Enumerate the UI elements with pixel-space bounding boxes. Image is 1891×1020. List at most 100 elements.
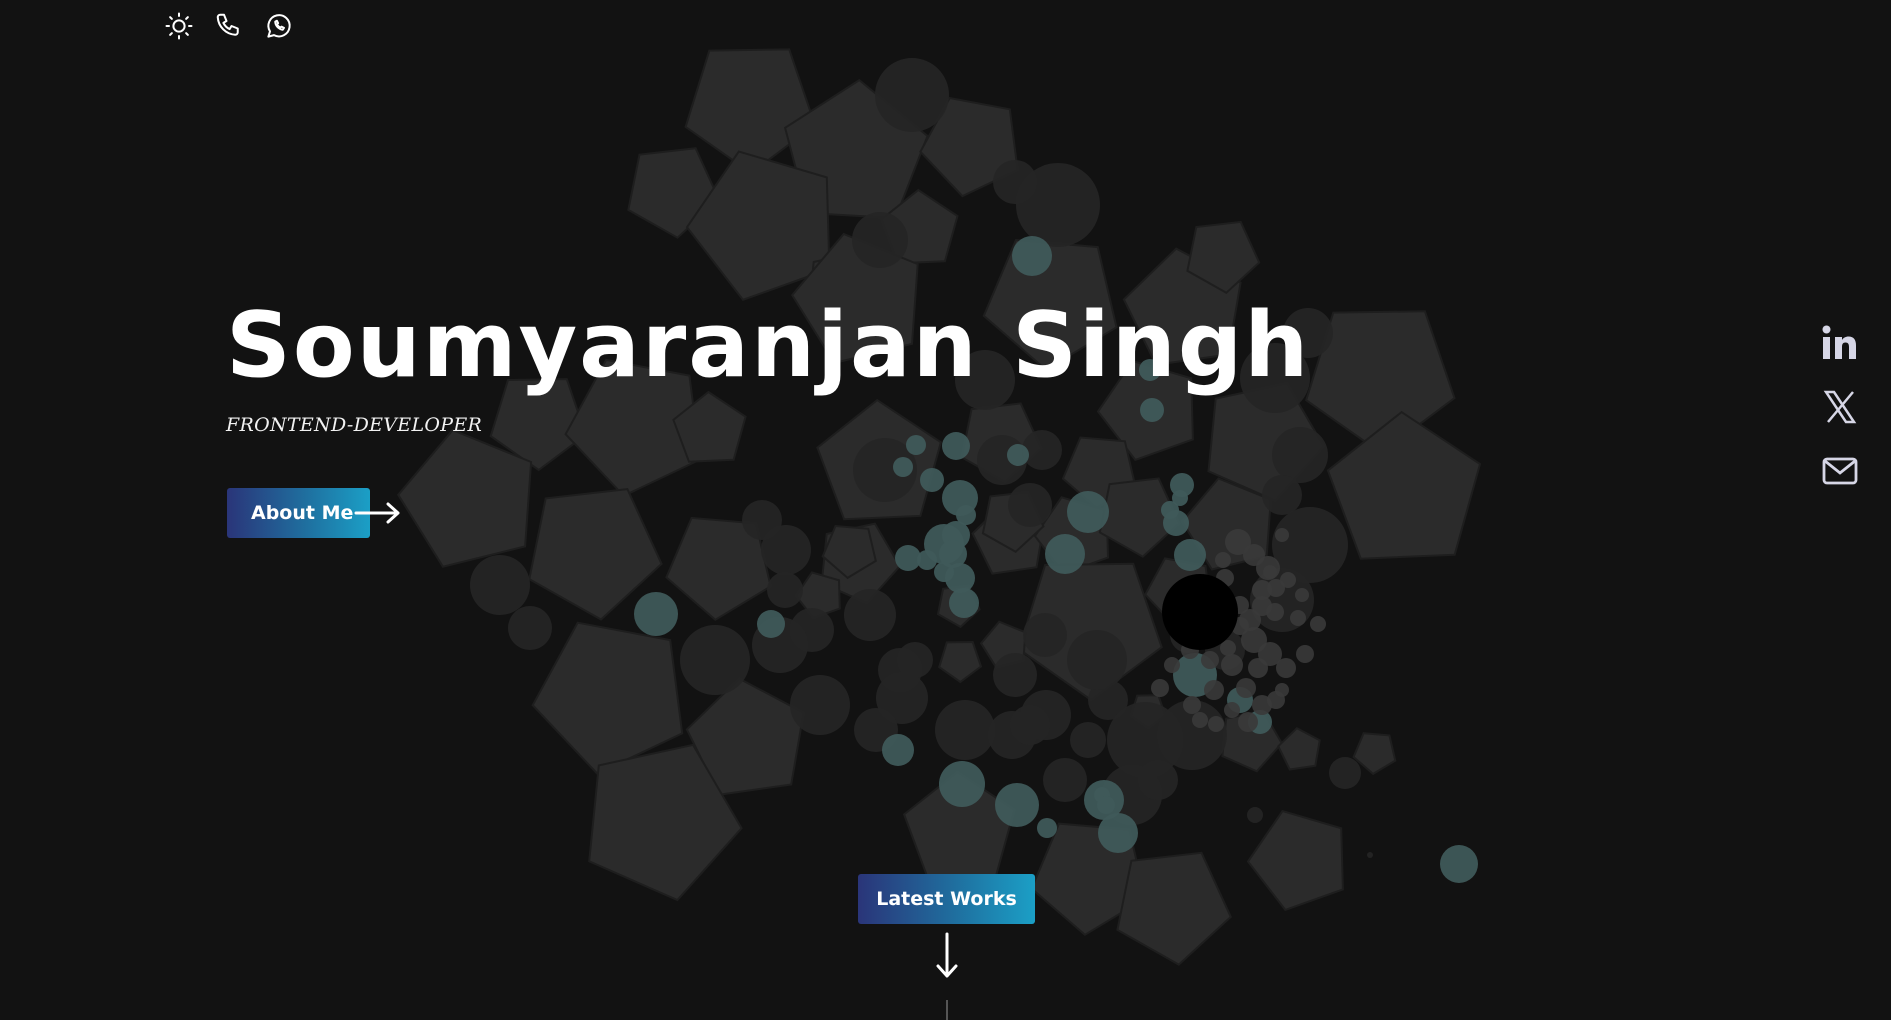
bg-bubble [1067, 630, 1127, 690]
bg-bubble [876, 672, 928, 724]
bg-pentagon [1033, 496, 1110, 575]
bg-bubble [1267, 579, 1285, 597]
bg-bubble [1084, 780, 1124, 820]
bg-bubble [1262, 475, 1302, 515]
bg-bubble [1247, 807, 1263, 823]
bg-bubble [742, 500, 782, 540]
bg-bubble [1190, 612, 1206, 628]
bg-bubble [949, 588, 979, 618]
bg-bubble [1007, 444, 1029, 466]
bg-bubble [1045, 534, 1085, 574]
bg-pentagon [880, 188, 959, 265]
bg-bubble [757, 610, 785, 638]
bg-bubble [939, 540, 967, 568]
bg-bubble [1010, 705, 1050, 745]
bg-bubble [1181, 641, 1199, 659]
bg-bubble [893, 457, 913, 477]
bg-pentagon [936, 584, 981, 629]
latest-works-button[interactable]: Latest Works [858, 874, 1035, 924]
whatsapp-icon[interactable] [263, 10, 295, 42]
bg-bubble [934, 562, 954, 582]
bg-pentagon [981, 491, 1045, 554]
phone-icon[interactable] [213, 10, 245, 42]
bg-bubble [761, 525, 811, 575]
bg-bubble [852, 212, 908, 268]
bg-bubble [1170, 473, 1194, 497]
bg-bubble [924, 524, 964, 564]
bg-bubble [1192, 712, 1208, 728]
bg-bubble [1272, 507, 1348, 583]
bg-bubble [1275, 683, 1289, 697]
bg-bubble [895, 545, 921, 571]
bg-bubble [875, 58, 949, 132]
bg-pentagon [821, 524, 877, 580]
bg-pentagon [794, 571, 841, 620]
bg-bubble [1248, 710, 1272, 734]
bg-bubble [945, 563, 975, 593]
bg-bubble [1231, 596, 1249, 614]
bg-bubble [1172, 490, 1188, 506]
bg-pentagon [1277, 726, 1321, 771]
bg-pentagon [685, 677, 805, 796]
bg-bubble [1157, 700, 1227, 770]
bg-pentagon [1221, 709, 1284, 773]
bg-bubble [1225, 529, 1251, 555]
bg-bubble [1021, 690, 1071, 740]
about-me-button[interactable]: About Me [227, 488, 370, 538]
bg-bubble [1208, 716, 1224, 732]
bg-bubble [1183, 696, 1201, 714]
bg-bubble [1205, 630, 1245, 670]
bg-bubble [1070, 722, 1106, 758]
bg-bubble [882, 734, 914, 766]
bg-bubble [1310, 616, 1326, 632]
linkedin-icon[interactable] [1819, 322, 1861, 364]
bg-bubble [1267, 691, 1285, 709]
bg-pentagon [1326, 410, 1482, 560]
bg-pentagon [665, 516, 772, 622]
bg-bubble [939, 761, 985, 807]
top-toolbar [163, 10, 295, 42]
bg-bubble [977, 435, 1027, 485]
bg-bubble [897, 642, 933, 678]
about-me-label: About Me [251, 502, 354, 524]
bg-bubble [790, 608, 834, 652]
bg-bubble [1008, 483, 1052, 527]
bg-bubble [1012, 236, 1052, 276]
bg-pentagon [1017, 562, 1163, 702]
bg-bubble [1252, 695, 1272, 715]
bg-pentagon [1144, 557, 1212, 626]
bg-bubble [1275, 528, 1289, 542]
bg-bubble [767, 572, 803, 608]
bg-bubble [1107, 702, 1183, 778]
bg-pentagon [919, 96, 1019, 198]
bg-bubble [1241, 627, 1267, 653]
bg-bubble [1266, 603, 1284, 621]
theme-toggle-sun-icon[interactable] [163, 10, 195, 42]
bg-bubble [942, 432, 970, 460]
bg-pentagon [783, 78, 929, 220]
bg-bubble [1263, 565, 1277, 579]
bg-bubble [1173, 653, 1217, 697]
bg-bubble [993, 653, 1037, 697]
bg-bubble [1102, 765, 1162, 825]
bg-pentagon [627, 147, 721, 239]
scroll-indicator-line [946, 1000, 948, 1020]
mail-icon[interactable] [1819, 450, 1861, 492]
bg-bubble [1215, 552, 1231, 568]
bg-bubble [1162, 574, 1238, 650]
bg-pentagon [1352, 732, 1397, 776]
bg-bubble [1236, 678, 1256, 698]
bg-pentagon [685, 150, 831, 301]
bg-bubble [1243, 544, 1265, 566]
bg-pentagon [1180, 477, 1272, 571]
bg-bubble [1367, 852, 1373, 858]
bg-pentagon [979, 620, 1027, 669]
bg-bubble [1174, 539, 1206, 571]
bg-bubble [634, 592, 678, 636]
bg-bubble [1280, 572, 1296, 588]
bg-bubble [1207, 591, 1223, 607]
bg-pentagon [820, 522, 902, 605]
bg-pentagon [1098, 477, 1181, 558]
x-twitter-icon[interactable] [1819, 386, 1861, 428]
bg-bubble [993, 160, 1037, 204]
